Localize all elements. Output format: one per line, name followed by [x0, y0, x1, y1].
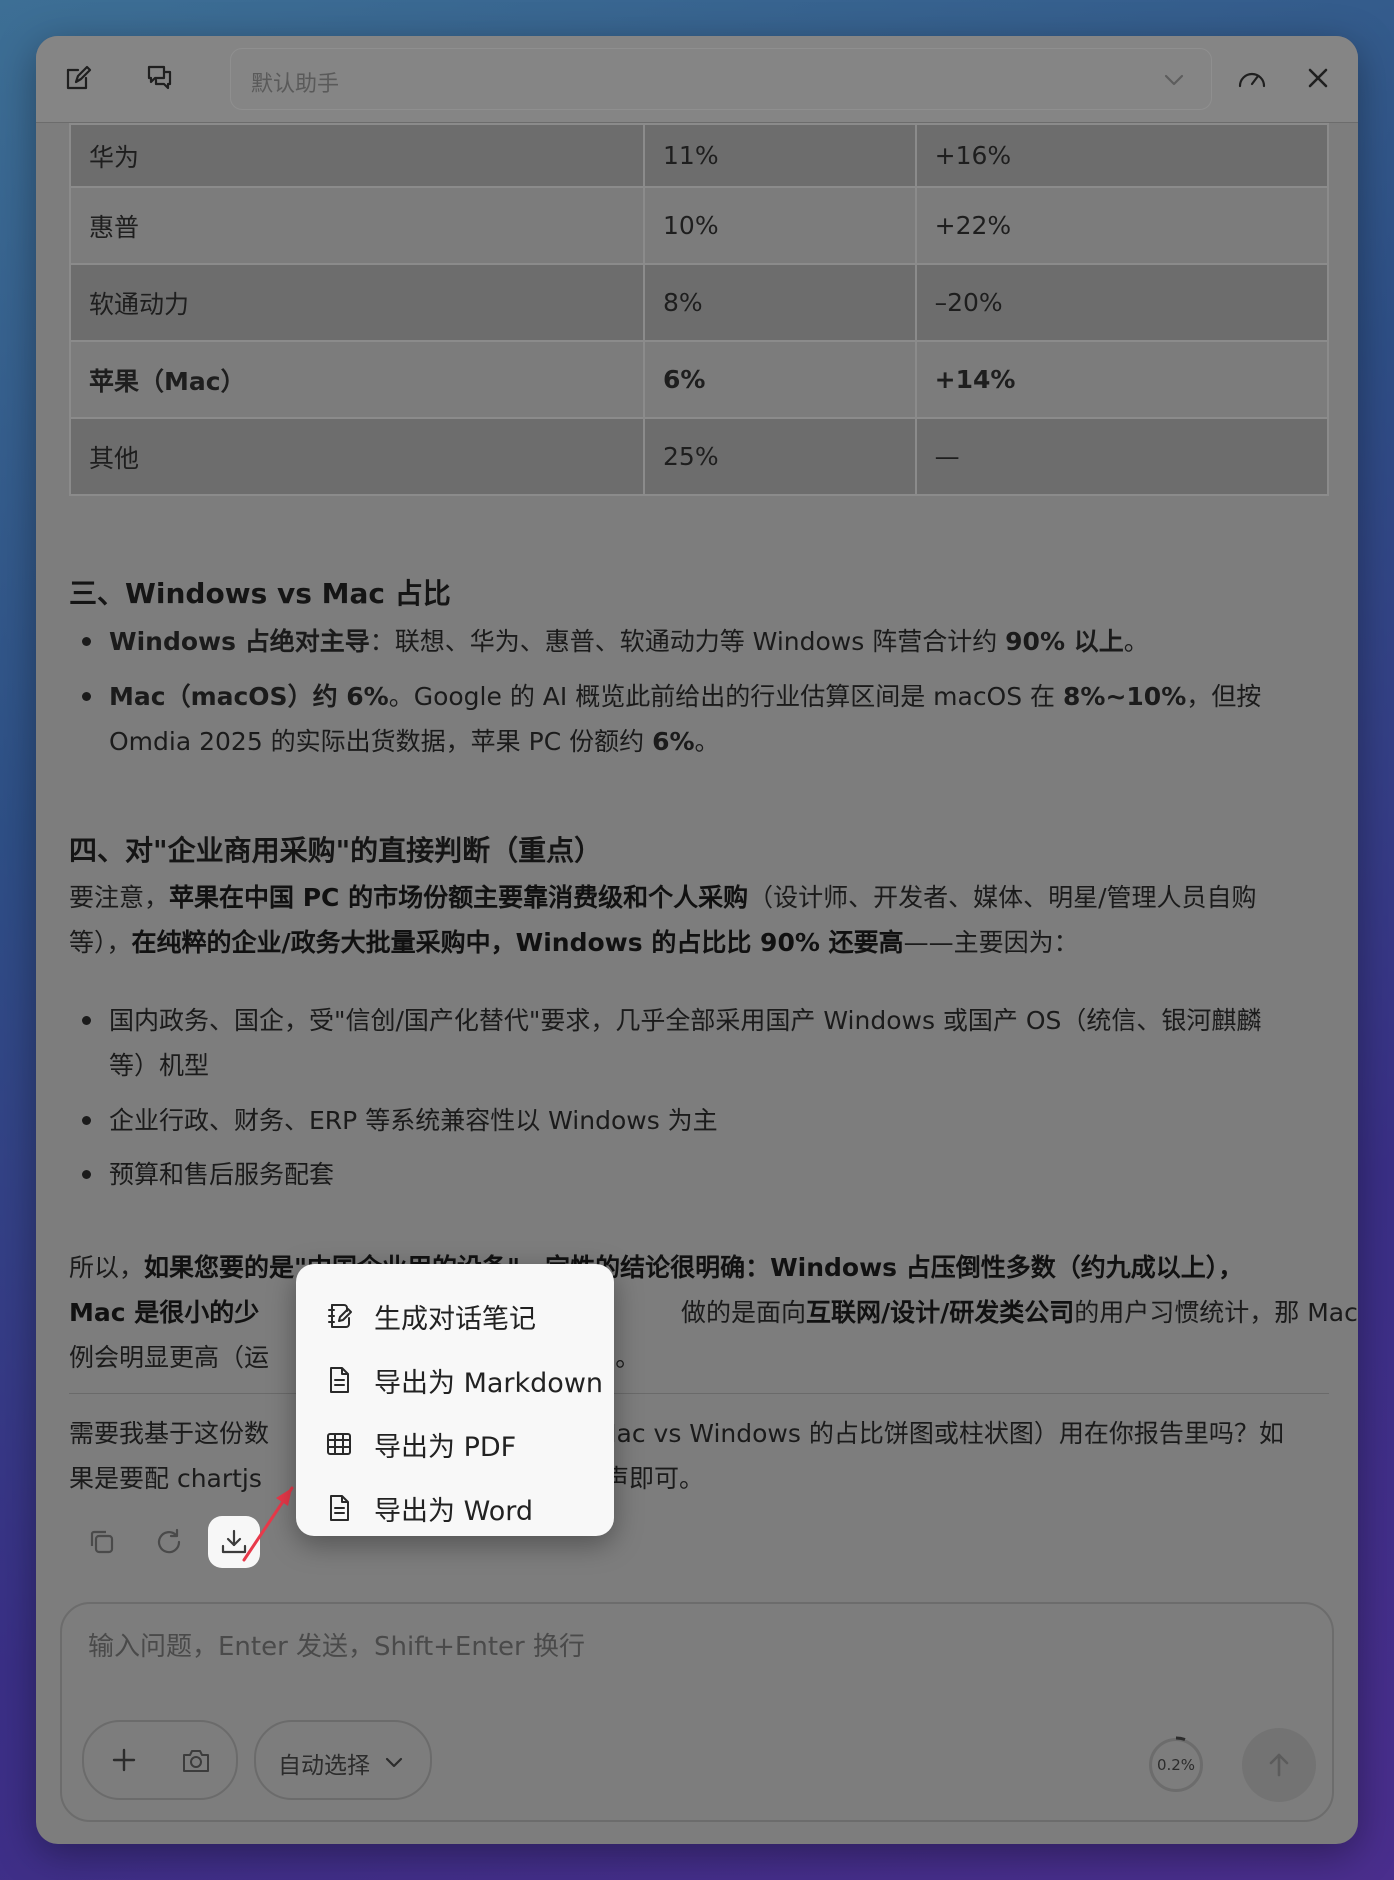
bold-text: 8%~10% — [1063, 682, 1187, 711]
table-cell-growth: –20% — [914, 263, 1330, 342]
table-cell-share: 8% — [643, 263, 917, 342]
menu-item-label: 导出为 Markdown — [374, 1367, 604, 1399]
section4-heading: 四、对"企业商用采购"的直接判断（重点） — [69, 834, 603, 867]
text: 做的是面向 — [681, 1298, 807, 1327]
export-menu: 生成对话笔记 导出为 Markdown 导出为 PDF 导出为 Word — [296, 1264, 614, 1536]
table-cell-share: 25% — [643, 417, 917, 496]
menu-item-label: 生成对话笔记 — [374, 1303, 536, 1335]
bold-text: Mac（macOS）约 6% — [109, 682, 389, 711]
table-row: 其他 25% — — [68, 417, 1330, 496]
divider — [69, 1393, 1329, 1394]
text: 如 Mac vs Windows 的占比饼图或柱状图）用在你报告里吗？如 — [562, 1419, 1284, 1448]
list-item: 国内政务、国企，受"信创/国产化替代"要求，几乎全部采用国产 Windows 或… — [82, 998, 1329, 1088]
list-item: 企业行政、财务、ERP 等系统兼容性以 Windows 为主 — [82, 1098, 1329, 1143]
table-cell-brand: 其他 — [68, 417, 646, 496]
text: 等）机型 — [109, 1051, 210, 1080]
note-edit-icon — [328, 1304, 352, 1328]
text: 果是要配 chartjs — [69, 1464, 262, 1493]
header-bar: 默认助手 — [36, 36, 1358, 123]
regenerate-icon[interactable] — [143, 1516, 195, 1568]
close-icon[interactable] — [1298, 58, 1338, 98]
paragraph: 所以，如果您要的是"中国企业用的设备"，定性的结论很明确：Windows 占压倒… — [69, 1245, 1329, 1290]
text: 需要我基于这份数 — [69, 1419, 270, 1448]
message-composer[interactable]: 输入问题，Enter 发送，Shift+Enter 换行 自动选择 0.2% — [60, 1602, 1334, 1822]
file-icon — [330, 1495, 349, 1521]
text: Omdia 2025 的实际出货数据，苹果 PC 份额约 — [109, 727, 653, 756]
table-cell-share: 10% — [643, 186, 917, 265]
chevron-down-icon — [1164, 74, 1184, 86]
table-cell-share: 11% — [643, 123, 917, 188]
paragraph-line: Mac 是很小的少 做的是面向互联网/设计/研发类公司的用户习惯统计，那 Mac… — [69, 1290, 1358, 1335]
file-icon — [330, 1367, 349, 1393]
bold-text: 90% 以上 — [1005, 627, 1124, 656]
table-row: 惠普 10% +22% — [68, 186, 1330, 265]
list-item: Windows 占绝对主导：联想、华为、惠普、软通动力等 Windows 阵营合… — [82, 619, 1329, 664]
bold-text: 在纯粹的企业/政务大批量采购中，Windows 的占比比 90% 还要高 — [131, 928, 904, 957]
assistant-name: 默认助手 — [251, 72, 340, 97]
table-cell-share: 6% — [643, 340, 917, 419]
menu-item-generate-note[interactable]: 生成对话笔记 — [296, 1284, 614, 1348]
model-select[interactable]: 自动选择 — [254, 1720, 432, 1800]
menu-item-label: 导出为 PDF — [374, 1431, 517, 1463]
table-icon — [327, 1433, 351, 1455]
table-cell-brand: 苹果（Mac） — [68, 340, 646, 419]
table-cell-growth: +14% — [914, 340, 1330, 419]
camera-icon[interactable] — [180, 1746, 212, 1776]
section3-heading: 三、Windows vs Mac 占比 — [69, 577, 451, 610]
table-row: 苹果（Mac） 6% +14% — [68, 340, 1330, 419]
bold-text: Mac 是很小的少 — [69, 1298, 260, 1327]
text: 。 — [1123, 627, 1149, 656]
text: 国内政务、国企，受"信创/国产化替代"要求，几乎全部采用国产 Windows 或… — [109, 1006, 1262, 1035]
list-item: Mac（macOS）约 6%。Google 的 AI 概览此前给出的行业估算区间… — [82, 674, 1329, 764]
menu-item-export-pdf[interactable]: 导出为 PDF — [296, 1412, 614, 1476]
edit-icon[interactable] — [58, 58, 98, 98]
paragraph-line: 例会明显更高（运 %）。 — [69, 1335, 1329, 1380]
table-row: 华为 11% +16% — [68, 123, 1330, 188]
text: 等）， — [69, 928, 132, 957]
table-cell-growth: +16% — [914, 123, 1330, 188]
text: ：联想、华为、惠普、软通动力等 Windows 阵营合计约 — [369, 627, 1006, 656]
text: 要注意， — [69, 883, 170, 912]
text: ，但按 — [1186, 682, 1262, 711]
table-cell-brand: 惠普 — [68, 186, 646, 265]
chat-window: 默认助手 华为 11% +16% 惠普 10% +22% 软通动力 8% –20… — [36, 36, 1358, 1844]
text: 的用户习惯统计，那 Mac 比 — [1074, 1298, 1358, 1327]
paragraph-line: 需要我基于这份数 如 Mac vs Windows 的占比饼图或柱状图）用在你报… — [69, 1411, 1329, 1456]
send-arrow-icon — [1269, 1753, 1289, 1777]
speedometer-icon[interactable] — [1232, 58, 1272, 98]
bold-text: 苹果在中国 PC 的市场份额主要靠消费级和个人采购 — [169, 883, 749, 912]
menu-item-export-word[interactable]: 导出为 Word — [296, 1476, 614, 1540]
table-cell-brand: 软通动力 — [68, 263, 646, 342]
chevron-down-icon — [385, 1757, 403, 1768]
attachment-group — [82, 1720, 238, 1800]
text: 例会明显更高（运 — [69, 1343, 270, 1372]
text: 预算和售后服务配套 — [109, 1160, 335, 1189]
assistant-select[interactable]: 默认助手 — [230, 48, 1212, 110]
chats-icon[interactable] — [140, 58, 180, 98]
text: 。 — [694, 727, 720, 756]
bold-text: 互联网/设计/研发类公司 — [806, 1298, 1075, 1327]
plus-icon[interactable] — [110, 1746, 138, 1774]
table-row: 软通动力 8% –20% — [68, 263, 1330, 342]
copy-icon[interactable] — [76, 1516, 128, 1568]
text: 。Google 的 AI 概览此前给出的行业估算区间是 macOS 在 — [388, 682, 1064, 711]
menu-item-label: 导出为 Word — [374, 1495, 533, 1527]
composer-placeholder[interactable]: 输入问题，Enter 发送，Shift+Enter 换行 — [88, 1626, 585, 1663]
table-cell-brand: 华为 — [68, 123, 646, 188]
send-button[interactable] — [1242, 1728, 1316, 1802]
text: （设计师、开发者、媒体、明星/管理人员自购 — [748, 883, 1257, 912]
text: 企业行政、财务、ERP 等系统兼容性以 Windows 为主 — [109, 1106, 718, 1135]
bold-text: Windows 占绝对主导 — [109, 627, 370, 656]
text: 所以， — [69, 1253, 145, 1282]
bold-text: 6% — [652, 727, 695, 756]
usage-ring-icon — [1175, 1736, 1186, 1741]
model-label: 自动选择 — [278, 1753, 370, 1779]
list-item: 预算和售后服务配套 — [82, 1152, 1329, 1197]
market-share-table: 华为 11% +16% 惠普 10% +22% 软通动力 8% –20% 苹果（… — [68, 123, 1330, 496]
table-cell-growth: +22% — [914, 186, 1330, 265]
paragraph: 要注意，苹果在中国 PC 的市场份额主要靠消费级和个人采购（设计师、开发者、媒体… — [69, 875, 1329, 965]
menu-item-export-markdown[interactable]: 导出为 Markdown — [296, 1348, 614, 1412]
text: ——主要因为： — [903, 928, 1079, 957]
table-cell-growth: — — [914, 417, 1330, 496]
